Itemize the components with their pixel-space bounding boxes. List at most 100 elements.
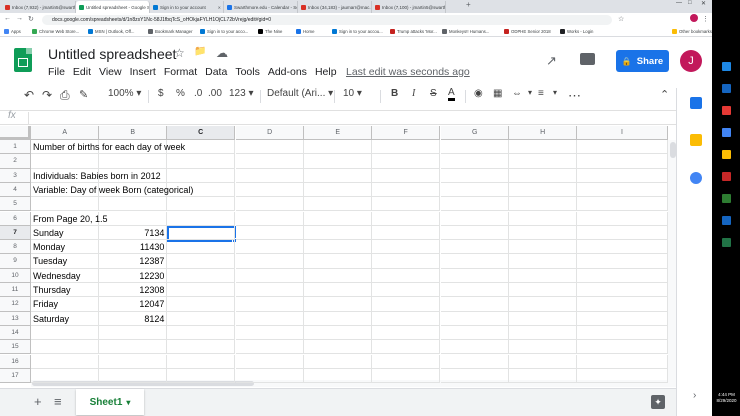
column-header-e[interactable]: E	[304, 126, 373, 140]
menu-item-tools[interactable]: Tools	[235, 66, 260, 78]
vertical-scrollbar[interactable]	[668, 140, 676, 380]
bold-button[interactable]: B	[391, 88, 398, 99]
browser-tab[interactable]: Sign in to your account ✕	[150, 1, 224, 13]
document-title[interactable]: Untitled spreadsheet	[48, 46, 176, 62]
sheet-tab-sheet1[interactable]: Sheet1 ▾	[76, 389, 144, 415]
menu-item-insert[interactable]: Insert	[130, 66, 156, 78]
cell-c13[interactable]	[167, 311, 236, 326]
new-tab-button[interactable]: +	[466, 0, 471, 9]
collapse-menu-icon[interactable]: ⌃	[660, 88, 669, 101]
cell-f8[interactable]	[372, 240, 441, 255]
cell-i10[interactable]	[577, 268, 668, 283]
cell-f6[interactable]	[372, 211, 441, 226]
cell-e17[interactable]	[304, 368, 373, 384]
increase-decimal-button[interactable]: .00	[208, 88, 222, 99]
menu-item-format[interactable]: Format	[164, 66, 197, 78]
bookmark-item[interactable]: ODPHE Senior 2018	[504, 27, 551, 36]
cell-h10[interactable]	[509, 268, 578, 283]
bookmark-item[interactable]: Sign in to your accou...	[332, 27, 383, 36]
cell-i2[interactable]	[577, 154, 668, 169]
taskbar-app-icon[interactable]	[722, 84, 731, 93]
cell-b10[interactable]: 12230	[99, 268, 168, 283]
cell-c12[interactable]	[167, 297, 236, 312]
cell-d3[interactable]	[236, 168, 305, 183]
print-icon[interactable]: ⎙	[60, 88, 70, 103]
cell-e5[interactable]	[304, 197, 373, 212]
formula-input[interactable]	[32, 111, 672, 124]
cell-g10[interactable]	[441, 268, 510, 283]
cell-h5[interactable]	[509, 197, 578, 212]
cell-c3[interactable]	[167, 168, 236, 183]
other-bookmarks[interactable]: Other bookmarks	[672, 27, 712, 36]
forward-icon[interactable]: →	[16, 15, 23, 22]
browser-tab[interactable]: Untitled spreadsheet - Google Sh...✕	[76, 1, 150, 13]
reload-icon[interactable]: ↻	[28, 15, 34, 23]
cell-f17[interactable]	[372, 368, 441, 384]
cell-c10[interactable]	[167, 268, 236, 283]
comments-icon[interactable]	[580, 53, 595, 65]
cell-h7[interactable]	[509, 225, 578, 241]
cell-h15[interactable]	[509, 340, 578, 355]
more-options-icon[interactable]: ⋯	[568, 88, 581, 104]
menu-item-edit[interactable]: Edit	[73, 66, 91, 78]
cell-g14[interactable]	[441, 325, 510, 341]
cell-c6[interactable]	[167, 211, 236, 226]
menu-item-view[interactable]: View	[99, 66, 122, 78]
column-header-h[interactable]: H	[509, 126, 578, 140]
row-header[interactable]: 17	[0, 368, 31, 384]
cell-a15[interactable]	[31, 340, 100, 355]
cell-f2[interactable]	[372, 154, 441, 169]
text-color-button[interactable]: A	[448, 88, 455, 101]
cell-e15[interactable]	[304, 340, 373, 355]
cell-f10[interactable]	[372, 268, 441, 283]
taskbar-app-icon[interactable]	[722, 150, 731, 159]
cell-b14[interactable]	[99, 325, 168, 341]
row-header[interactable]: 1	[0, 140, 31, 155]
explore-icon[interactable]: ✦	[651, 395, 665, 409]
cell-g6[interactable]	[441, 211, 510, 226]
cell-c17[interactable]	[167, 368, 236, 384]
taskbar-app-icon[interactable]	[722, 216, 731, 225]
cell-i4[interactable]	[577, 182, 668, 198]
cell-e1[interactable]	[304, 140, 373, 155]
cell-g9[interactable]	[441, 254, 510, 269]
cell-h1[interactable]	[509, 140, 578, 155]
profile-icon[interactable]	[690, 14, 698, 22]
bookmark-item[interactable]: Works - Login	[560, 27, 593, 36]
cloud-saved-icon[interactable]: ☁	[216, 46, 228, 60]
italic-button[interactable]: I	[412, 88, 415, 99]
taskbar-app-icon[interactable]	[722, 238, 731, 247]
undo-icon[interactable]: ↶	[24, 88, 34, 102]
cell-c14[interactable]	[167, 325, 236, 341]
cell-a14[interactable]	[31, 325, 100, 341]
cell-f14[interactable]	[372, 325, 441, 341]
cell-i12[interactable]	[577, 297, 668, 312]
cell-g12[interactable]	[441, 297, 510, 312]
cell-b8[interactable]: 11430	[99, 240, 168, 255]
bookmark-item[interactable]: The Nine	[258, 27, 282, 36]
cell-h4[interactable]	[509, 182, 578, 198]
cell-d1[interactable]	[236, 140, 305, 155]
redo-icon[interactable]: ↷	[42, 88, 52, 102]
cell-g2[interactable]	[441, 154, 510, 169]
currency-format-button[interactable]: $	[158, 88, 164, 99]
cell-b9[interactable]: 12387	[99, 254, 168, 269]
row-header[interactable]: 11	[0, 283, 31, 298]
paint-format-icon[interactable]: ✎	[79, 88, 88, 101]
cell-f4[interactable]	[372, 182, 441, 198]
cell-h3[interactable]	[509, 168, 578, 183]
align-dropdown-icon[interactable]: ▾	[553, 88, 557, 97]
row-header[interactable]: 14	[0, 325, 31, 341]
cell-d7[interactable]	[236, 225, 305, 241]
bookmark-item[interactable]: Home	[296, 27, 314, 36]
cell-i17[interactable]	[577, 368, 668, 384]
cell-e8[interactable]	[304, 240, 373, 255]
move-folder-icon[interactable]: 📁	[194, 46, 206, 57]
taskbar-app-icon[interactable]	[722, 194, 731, 203]
cell-c7[interactable]	[167, 225, 236, 241]
tab-close-icon[interactable]: ✕	[218, 5, 223, 10]
cell-d14[interactable]	[236, 325, 305, 341]
cell-i1[interactable]	[577, 140, 668, 155]
taskbar-app-icon[interactable]	[722, 62, 731, 71]
tasks-icon[interactable]	[690, 172, 702, 184]
